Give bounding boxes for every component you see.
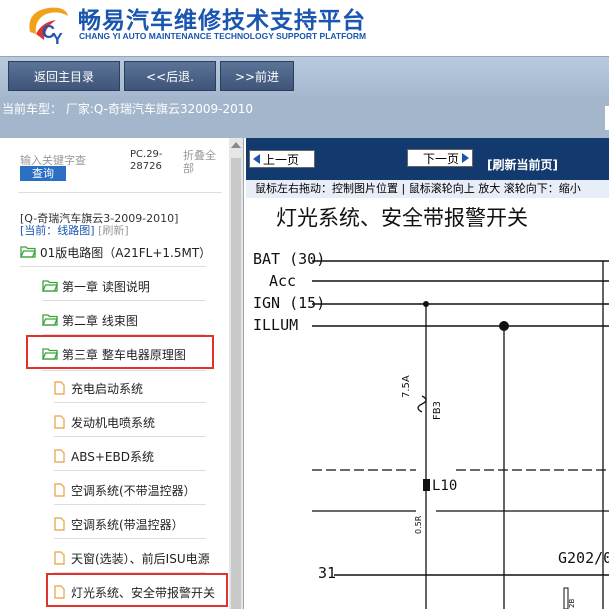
tree-system-label: 充电启动系统 [71, 381, 144, 396]
back-button[interactable]: <<后退. [124, 61, 216, 91]
divider [54, 538, 206, 539]
bus-labels: BAT (30) Acc IGN (15) ILLUM [253, 248, 325, 336]
document-icon [54, 551, 65, 565]
tree-chapter-3[interactable]: 第三章 整车电器原理图 [42, 344, 186, 364]
tree-system-5[interactable]: 空调系统(带温控器） [54, 514, 184, 534]
divider [42, 300, 206, 301]
connector-label: L10 [432, 478, 458, 494]
small-code: 2B [568, 598, 576, 608]
svg-text:Y: Y [52, 31, 63, 46]
refresh-page-button[interactable]: [刷新当前页] [487, 156, 558, 173]
bus-label-illum: ILLUM [253, 316, 299, 334]
platform-logo-icon: C Y [29, 7, 69, 46]
viewer-nav: 上一页 下一页 [刷新当前页] [246, 138, 609, 180]
home-button[interactable]: 返回主目录 [8, 61, 120, 91]
refresh-link[interactable]: [刷新] [98, 224, 129, 237]
divider [54, 470, 206, 471]
tree-system-4[interactable]: 空调系统(不带温控器） [54, 480, 196, 500]
pin-label: 31 [318, 564, 337, 582]
pc-code: PC.29-28726 [130, 149, 163, 172]
divider [54, 436, 206, 437]
query-button[interactable]: 查询 [20, 166, 66, 181]
main-toolbar: 返回主目录 <<后退. >>前进 [0, 56, 609, 96]
tree-root-label: 01版电路图（A21FL+1.5MT） [40, 245, 212, 260]
current-vehicle-text: 当前车型： 厂家:Q-奇瑞汽车旗云32009-2010 [2, 102, 254, 116]
document-icon [54, 449, 65, 463]
tree-system-label: 天窗(选装）、前后ISU电源 [71, 551, 210, 566]
tree-system-2[interactable]: 发动机电喷系统 [54, 412, 155, 432]
next-page-button[interactable]: 下一页 [407, 149, 473, 167]
app-subtitle: CHANG YI AUTO MAINTENANCE TECHNOLOGY SUP… [79, 31, 367, 41]
tree-chapter-label: 第一章 读图说明 [62, 279, 150, 294]
forward-button[interactable]: >>前进 [220, 61, 294, 91]
arrow-left-icon [253, 154, 260, 164]
current-vehicle-bar: 当前车型： 厂家:Q-奇瑞汽车旗云32009-2010 [0, 96, 609, 138]
tree-chapter-1[interactable]: 第一章 读图说明 [42, 276, 150, 296]
fuse-code: FB3 [432, 401, 443, 420]
wiring-diagram[interactable]: 灯光系统、安全带报警开关 BAT (30) Acc IGN (15) ILLUM… [246, 198, 609, 609]
tree-system-label: 空调系统(带温控器） [71, 517, 184, 532]
prev-page-button[interactable]: 上一页 [249, 150, 315, 168]
current-view-label: [当前：线路图] [20, 224, 95, 237]
document-icon [54, 517, 65, 531]
document-icon [54, 483, 65, 497]
divider [54, 504, 206, 505]
tree-chapter-label: 第三章 整车电器原理图 [62, 347, 186, 362]
arrow-right-icon [462, 153, 469, 163]
ground-label: G202/0 [558, 549, 609, 567]
bar-edge [605, 106, 609, 130]
prev-page-label: 上一页 [263, 152, 300, 167]
tree-system-label: 空调系统(不带温控器） [71, 483, 196, 498]
tree-system-6[interactable]: 天窗(选装）、前后ISU电源 [54, 548, 210, 568]
divider [42, 370, 206, 371]
fuse-rating: 7.5A [401, 375, 412, 398]
next-page-label: 下一页 [422, 151, 459, 166]
tree-system-3[interactable]: ABS+EBD系统 [54, 446, 154, 466]
folder-open-icon [42, 348, 58, 360]
viewer-hint: 鼠标左右拖动：控制图片位置 | 鼠标滚轮向上 放大 滚轮向下：缩小 [246, 180, 609, 198]
scroll-up-arrow-icon[interactable] [231, 142, 241, 148]
app-header: C Y 畅易汽车维修技术支持平台 CHANG YI AUTO MAINTENAN… [0, 0, 609, 56]
tree-chapter-2[interactable]: 第二章 线束图 [42, 310, 138, 330]
document-icon [54, 381, 65, 395]
wire-code: 0.5R [414, 515, 423, 534]
tree-system-7[interactable]: 灯光系统、安全带报警开关 [54, 582, 215, 602]
document-icon [54, 415, 65, 429]
bus-label-ign: IGN (15) [253, 294, 326, 312]
tree-system-1[interactable]: 充电启动系统 [54, 378, 143, 398]
divider [54, 402, 206, 403]
collapse-all-button[interactable]: 折叠全部 [183, 149, 223, 175]
folder-open-icon [20, 246, 36, 258]
divider [20, 266, 206, 267]
folder-icon [42, 280, 58, 292]
tree-root[interactable]: 01版电路图（A21FL+1.5MT） [20, 242, 211, 262]
divider [18, 192, 222, 193]
diagram-viewer: 上一页 下一页 [刷新当前页] 鼠标左右拖动：控制图片位置 | 鼠标滚轮向上 放… [246, 138, 609, 609]
tree-system-label: 灯光系统、安全带报警开关 [71, 585, 216, 600]
bus-label-acc: Acc [269, 272, 297, 290]
tree-chapter-label: 第二章 线束图 [62, 313, 138, 328]
catalog-sidebar: 输入关键字查 查询 PC.29-28726 折叠全部 [Q-奇瑞汽车旗云3-20… [0, 138, 244, 609]
current-view: [当前：线路图] [刷新] [20, 222, 129, 238]
document-icon [54, 585, 65, 599]
folder-icon [42, 314, 58, 326]
bus-label-bat: BAT (30) [253, 250, 326, 268]
tree-system-label: ABS+EBD系统 [71, 449, 154, 464]
sidebar-scroll-thumb[interactable] [231, 158, 241, 609]
app-title: 畅易汽车维修技术支持平台 [78, 8, 366, 34]
tree-system-label: 发动机电喷系统 [71, 415, 156, 430]
